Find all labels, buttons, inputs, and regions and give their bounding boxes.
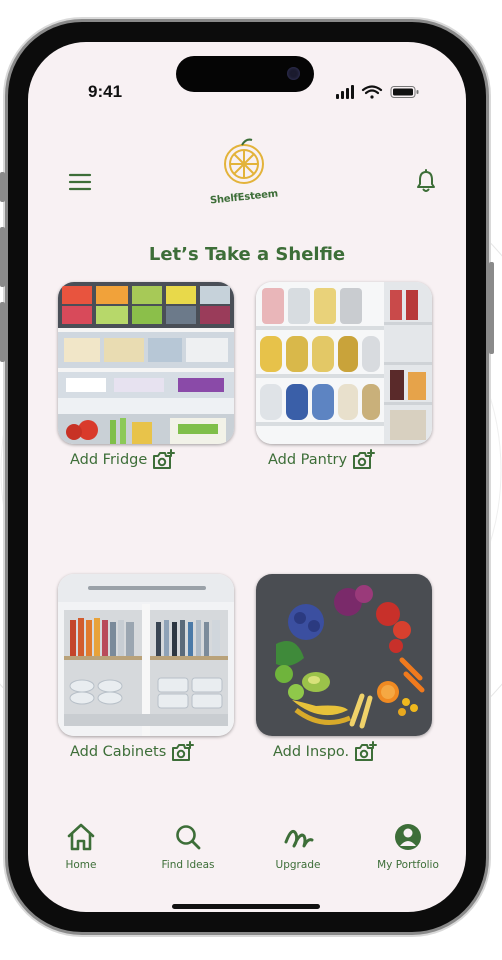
wifi-icon — [361, 85, 383, 99]
tab-my-portfolio[interactable]: My Portfolio — [363, 822, 453, 871]
hamburger-menu-icon[interactable] — [68, 173, 92, 191]
add-cabinets-label: Add Cabinets — [70, 744, 167, 760]
user-circle-icon — [395, 824, 421, 850]
tab-my-portfolio-label: My Portfolio — [377, 859, 439, 871]
add-photo-camera-icon — [172, 741, 195, 761]
bottom-tab-bar: Home Find Ideas Upgrade My Portfolio — [28, 822, 466, 882]
tab-home[interactable]: Home — [36, 822, 126, 871]
tab-upgrade-label: Upgrade — [275, 859, 321, 871]
add-inspo-button[interactable]: Add Inspo. — [273, 740, 378, 764]
status-icons — [336, 85, 419, 99]
cabinets-photo-card[interactable] — [58, 574, 234, 736]
lemon-slice-icon — [224, 138, 264, 184]
app-logo: ShelfEsteem — [206, 134, 282, 214]
add-fridge-button[interactable]: Add Fridge — [70, 448, 176, 472]
fridge-photo — [58, 282, 234, 444]
pantry-photo — [256, 282, 432, 444]
pantry-photo-card[interactable] — [256, 282, 432, 444]
app-screen: 9:41 ShelfEsteem Let’s Take a Shelfie Ad… — [28, 42, 466, 912]
search-icon — [176, 825, 201, 850]
add-pantry-label: Add Pantry — [268, 452, 348, 468]
tab-find-ideas[interactable]: Find Ideas — [143, 822, 233, 871]
home-icon — [67, 823, 95, 851]
scribble-icon — [284, 829, 314, 848]
bell-icon[interactable] — [415, 169, 437, 193]
volume-up-button — [0, 227, 5, 287]
front-camera — [287, 67, 300, 80]
tab-home-label: Home — [65, 859, 97, 871]
section-title: Let’s Take a Shelfie — [148, 244, 346, 265]
add-fridge-label: Add Fridge — [70, 452, 148, 468]
tab-find-ideas-label: Find Ideas — [161, 859, 215, 871]
add-inspo-label: Add Inspo. — [273, 744, 350, 760]
mute-switch — [0, 172, 5, 202]
home-indicator — [172, 904, 320, 909]
fridge-photo-card[interactable] — [58, 282, 234, 444]
power-button — [489, 262, 494, 354]
tab-upgrade[interactable]: Upgrade — [253, 822, 343, 871]
inspo-photo-card[interactable] — [256, 574, 432, 736]
phone-frame: 9:41 ShelfEsteem Let’s Take a Shelfie Ad… — [0, 22, 494, 932]
inspo-photo — [256, 574, 432, 736]
add-photo-camera-icon — [353, 449, 376, 469]
add-photo-camera-icon — [153, 449, 176, 469]
add-cabinets-button[interactable]: Add Cabinets — [70, 740, 195, 764]
add-pantry-button[interactable]: Add Pantry — [268, 448, 376, 472]
add-photo-camera-icon — [355, 741, 378, 761]
status-time: 9:41 — [88, 82, 123, 101]
volume-down-button — [0, 302, 5, 362]
cabinets-photo — [58, 574, 234, 736]
dynamic-island — [176, 56, 314, 92]
signal-icon — [336, 85, 354, 99]
battery-icon — [390, 86, 419, 98]
